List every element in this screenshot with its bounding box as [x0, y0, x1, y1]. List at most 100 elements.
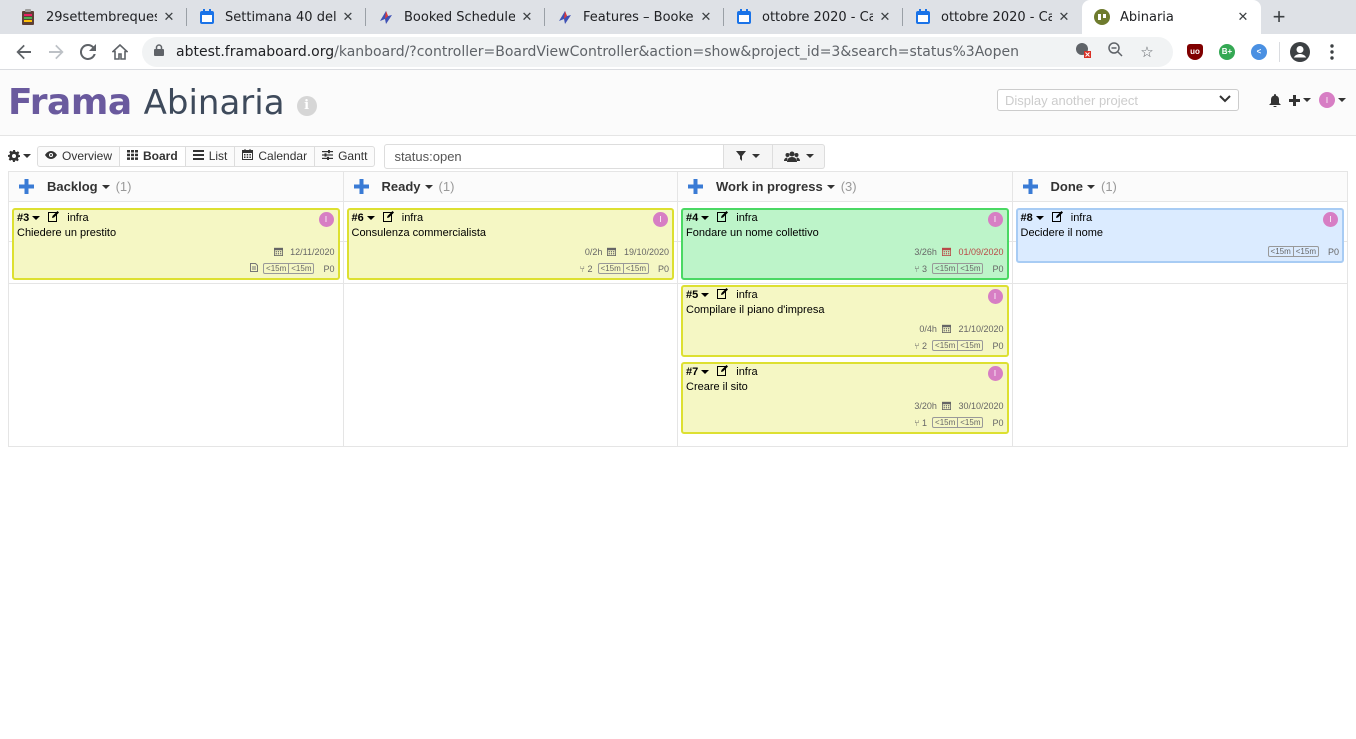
browser-tab[interactable]: Features – Booked ✕ [545, 0, 724, 34]
caret-down-icon[interactable] [701, 216, 710, 220]
add-task-plus-icon[interactable] [353, 179, 374, 194]
close-tab-icon[interactable]: ✕ [519, 10, 535, 25]
add-task-plus-icon[interactable] [1022, 179, 1043, 194]
add-task-plus-icon[interactable] [19, 179, 39, 194]
profile-button[interactable] [1284, 36, 1316, 68]
task-category[interactable]: infra [1071, 212, 1092, 224]
caret-down-icon[interactable] [101, 184, 110, 189]
edit-task-icon[interactable] [717, 365, 729, 379]
view-calendar-link[interactable]: Calendar [235, 146, 316, 166]
subtasks-indicator[interactable]: ⑂ 1 [914, 418, 927, 428]
attachment-icon[interactable] [250, 263, 259, 274]
task-category[interactable]: infra [402, 212, 423, 224]
framaboard-logo[interactable]: Framaboard [8, 82, 1348, 284]
edit-task-icon[interactable] [717, 288, 729, 302]
task-title[interactable]: Fondare un nome collettivo [686, 227, 1004, 241]
caret-down-icon[interactable] [1087, 184, 1095, 189]
user-menu-button[interactable]: I [1319, 92, 1346, 108]
filters-dropdown[interactable] [724, 143, 774, 169]
task-title[interactable]: Decidere il nome [1021, 227, 1340, 241]
task-card[interactable]: #6 infra I Consulenza commercialista 0/2… [346, 208, 674, 280]
edit-task-icon[interactable] [48, 211, 60, 225]
new-tab-button[interactable]: + [1261, 0, 1297, 34]
edit-task-icon[interactable] [717, 211, 729, 225]
extension-share-button[interactable]: < [1243, 36, 1275, 68]
edit-task-icon[interactable] [1051, 211, 1063, 225]
task-card[interactable]: #4 infra I Fondare un nome collettivo 3/… [681, 208, 1009, 280]
task-category[interactable]: infra [67, 212, 88, 224]
arrow-left-icon [16, 44, 31, 59]
subtasks-indicator[interactable]: ⑂ 3 [914, 264, 927, 274]
column-title[interactable]: Work in progress [716, 179, 823, 194]
close-tab-icon[interactable]: ✕ [161, 10, 177, 25]
zoom-out-icon[interactable] [1099, 42, 1131, 61]
project-switcher-select[interactable]: Display another project [997, 89, 1239, 111]
browser-tab[interactable]: Settimana 40 del ✕ [187, 0, 366, 34]
task-category[interactable]: infra [736, 212, 757, 224]
close-tab-icon[interactable]: ✕ [877, 10, 893, 25]
task-title[interactable]: Compilare il piano d'impresa [686, 304, 1004, 318]
caret-down-icon[interactable] [366, 216, 375, 220]
caret-down-icon[interactable] [701, 293, 710, 297]
bookmark-star-icon[interactable]: ☆ [1131, 43, 1163, 61]
create-menu-button[interactable] [1289, 94, 1311, 106]
browser-tab[interactable]: 29settembrequest ✕ [8, 0, 187, 34]
subtasks-indicator[interactable]: ⑂ 2 [580, 264, 593, 274]
column-title[interactable]: Backlog [47, 179, 98, 194]
extension-bplus-button[interactable]: B+ [1211, 36, 1243, 68]
project-actions-dropdown[interactable] [8, 150, 31, 162]
task-id-dropdown[interactable]: #8 [1021, 212, 1033, 224]
caret-down-icon[interactable] [424, 184, 433, 189]
home-button[interactable] [104, 36, 136, 68]
caret-down-icon[interactable] [32, 216, 41, 220]
column-title[interactable]: Done [1051, 179, 1084, 194]
task-card[interactable]: #8 infra I Decidere il nome <15m <15m P0 [1015, 208, 1344, 263]
menu-button[interactable] [1316, 36, 1348, 68]
view-overview-link[interactable]: Overview [38, 146, 121, 166]
browser-tab[interactable]: Abinaria ✕ [1082, 0, 1261, 34]
task-title[interactable]: Chiedere un prestito [17, 227, 335, 241]
view-gantt-link[interactable]: Gantt [315, 147, 374, 166]
task-title[interactable]: Consulenza commercialista [352, 227, 670, 241]
caret-down-icon[interactable] [826, 184, 835, 189]
url-bar[interactable]: abtest.framaboard.org/kanboard/?controll… [142, 36, 1173, 67]
view-list-link[interactable]: List [186, 146, 236, 166]
tracking-blocked-icon[interactable] [1067, 42, 1099, 62]
edit-task-icon[interactable] [382, 211, 394, 225]
task-card[interactable]: #5 infra I Compilare il piano d'impresa … [681, 285, 1009, 357]
extension-ublock-button[interactable]: uo [1179, 36, 1211, 68]
task-card[interactable]: #3 infra I Chiedere un prestito 12/11/20… [12, 208, 340, 280]
home-icon [112, 43, 128, 60]
column-task-count: (1) [438, 179, 455, 194]
browser-tab[interactable]: ottobre 2020 - Ca ✕ [903, 0, 1082, 34]
task-id-dropdown[interactable]: #6 [352, 212, 364, 224]
search-input[interactable] [384, 143, 725, 169]
task-card[interactable]: #7 infra I Creare il sito 3/20h 30/10/20… [681, 362, 1009, 434]
task-id-dropdown[interactable]: #3 [17, 212, 29, 224]
caret-down-icon[interactable] [701, 370, 710, 374]
column-title[interactable]: Ready [382, 179, 421, 194]
task-category[interactable]: infra [736, 289, 757, 301]
close-tab-icon[interactable]: ✕ [340, 10, 356, 25]
caret-down-icon[interactable] [1035, 216, 1044, 220]
close-tab-icon[interactable]: ✕ [1056, 10, 1072, 25]
task-id-dropdown[interactable]: #7 [686, 366, 698, 378]
close-tab-icon[interactable]: ✕ [698, 10, 714, 25]
task-id-dropdown[interactable]: #4 [686, 212, 698, 224]
add-task-plus-icon[interactable] [688, 179, 708, 194]
notifications-bell-icon[interactable] [1269, 93, 1281, 107]
task-title[interactable]: Creare il sito [686, 381, 1004, 395]
info-icon[interactable]: i [296, 95, 317, 116]
browser-tab[interactable]: ottobre 2020 - Ca ✕ [724, 0, 903, 34]
users-filter-dropdown[interactable] [773, 143, 826, 169]
reload-button[interactable] [72, 36, 104, 68]
forward-button[interactable] [40, 36, 72, 68]
browser-tab[interactable]: Booked Scheduler ✕ [366, 0, 545, 34]
subtasks-indicator[interactable]: ⑂ 2 [914, 341, 927, 351]
time-tracking-box: <15m <15m [932, 263, 984, 274]
back-button[interactable] [8, 36, 40, 68]
task-category[interactable]: infra [736, 366, 757, 378]
view-board-link[interactable]: Board [120, 146, 186, 166]
task-id-dropdown[interactable]: #5 [686, 289, 698, 301]
close-tab-icon[interactable]: ✕ [1235, 10, 1251, 25]
